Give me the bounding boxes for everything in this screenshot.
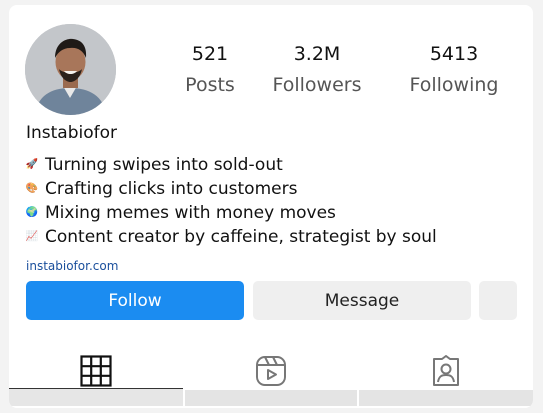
tab-tagged[interactable] bbox=[359, 344, 533, 406]
bio-text: Mixing memes with money moves bbox=[45, 203, 336, 223]
tab-indicator bbox=[185, 390, 357, 406]
bio-line: 📈 Content creator by caffeine, strategis… bbox=[26, 225, 437, 249]
followers-stat[interactable]: 3.2M Followers bbox=[267, 43, 367, 96]
following-stat[interactable]: 5413 Following bbox=[404, 43, 504, 96]
more-options-button[interactable] bbox=[479, 281, 517, 320]
bio-line: 🎨 Crafting clicks into customers bbox=[26, 177, 437, 201]
tagged-person-icon bbox=[430, 355, 462, 391]
tab-indicator bbox=[9, 388, 183, 406]
chart-up-icon: 📈 bbox=[25, 231, 39, 242]
bio-text: Crafting clicks into customers bbox=[45, 179, 298, 199]
tab-reels[interactable] bbox=[185, 344, 357, 406]
following-label: Following bbox=[409, 74, 499, 96]
rocket-icon: 🚀 bbox=[25, 159, 39, 170]
posts-stat[interactable]: 521 Posts bbox=[179, 43, 241, 96]
bio: 🚀 Turning swipes into sold-out 🎨 Craftin… bbox=[26, 153, 437, 249]
profile-card: 521 Posts 3.2M Followers 5413 Following … bbox=[9, 5, 533, 408]
bio-text: Content creator by caffeine, strategist … bbox=[45, 227, 437, 247]
grid-icon bbox=[80, 355, 112, 391]
follow-button[interactable]: Follow bbox=[26, 281, 244, 320]
message-button[interactable]: Message bbox=[253, 281, 471, 320]
reels-icon bbox=[255, 355, 287, 391]
tab-indicator bbox=[359, 390, 533, 406]
globe-icon: 🌍 bbox=[25, 207, 39, 218]
profile-link[interactable]: instabiofor.com bbox=[26, 259, 118, 273]
avatar[interactable] bbox=[25, 24, 116, 115]
followers-count: 3.2M bbox=[293, 43, 341, 65]
palette-icon: 🎨 bbox=[25, 183, 39, 194]
bio-line: 🚀 Turning swipes into sold-out bbox=[26, 153, 437, 177]
posts-count: 521 bbox=[191, 43, 229, 65]
posts-label: Posts bbox=[185, 74, 235, 96]
bio-text: Turning swipes into sold-out bbox=[45, 155, 283, 175]
bio-line: 🌍 Mixing memes with money moves bbox=[26, 201, 437, 225]
followers-label: Followers bbox=[272, 74, 362, 96]
following-count: 5413 bbox=[429, 43, 479, 65]
profile-username: Instabiofor bbox=[26, 123, 118, 143]
tab-posts-grid[interactable] bbox=[9, 344, 183, 406]
